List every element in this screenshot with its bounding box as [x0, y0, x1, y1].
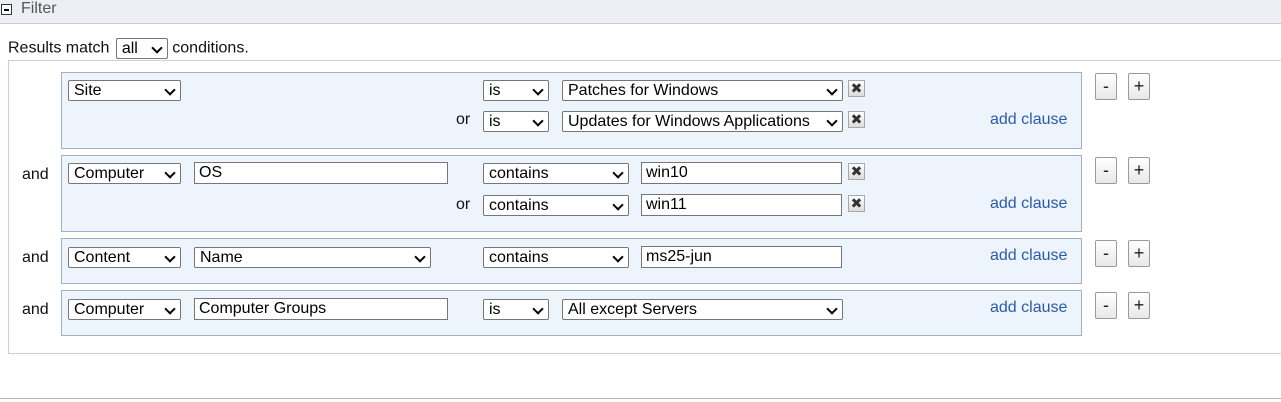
property-value: Name: [200, 249, 243, 266]
collapse-icon[interactable]: [1, 4, 12, 15]
value-input[interactable]: win11: [641, 194, 842, 216]
match-mode-select[interactable]: all: [115, 38, 168, 59]
operator-select[interactable]: is: [483, 80, 549, 101]
and-label: and: [22, 301, 49, 318]
value-input[interactable]: ms25-jun: [641, 246, 842, 268]
filter-title: Filter: [21, 0, 57, 17]
property-input[interactable]: OS: [194, 162, 448, 184]
remove-clause-icon[interactable]: ✖: [848, 80, 865, 97]
add-group-button[interactable]: +: [1128, 157, 1150, 184]
add-group-button[interactable]: +: [1128, 292, 1150, 319]
value-text: All except Servers: [568, 301, 697, 318]
remove-group-button[interactable]: -: [1095, 292, 1117, 319]
field-value: Content: [74, 249, 131, 266]
operator-select[interactable]: is: [483, 111, 549, 132]
value-text: Patches for Windows: [568, 82, 719, 99]
field-value: Computer: [74, 165, 145, 182]
and-label: and: [22, 249, 49, 266]
field-select[interactable]: Computer: [68, 163, 181, 184]
bottom-divider: [0, 398, 1281, 399]
remove-clause-icon[interactable]: ✖: [848, 163, 865, 180]
conditions-label: conditions.: [172, 39, 249, 57]
operator-select[interactable]: contains: [483, 247, 629, 268]
remove-group-button[interactable]: -: [1095, 73, 1117, 100]
field-select[interactable]: Site: [68, 80, 181, 101]
operator-value: contains: [489, 249, 549, 266]
remove-group-button[interactable]: -: [1095, 240, 1117, 267]
operator-value: contains: [489, 165, 549, 182]
operator-select[interactable]: contains: [483, 163, 629, 184]
operator-value: contains: [489, 197, 549, 214]
property-select[interactable]: Name: [194, 247, 431, 268]
operator-value: is: [489, 301, 501, 318]
or-label: or: [456, 111, 471, 128]
results-match-label: Results match: [8, 39, 110, 57]
add-group-button[interactable]: +: [1128, 73, 1150, 100]
remove-clause-icon[interactable]: ✖: [848, 195, 865, 212]
value-select[interactable]: All except Servers: [562, 299, 843, 320]
operator-select[interactable]: contains: [483, 195, 629, 216]
field-select[interactable]: Content: [68, 247, 181, 268]
field-value: Site: [74, 82, 102, 99]
and-label: and: [22, 166, 49, 183]
results-match-row: Results match all conditions.: [8, 38, 249, 59]
or-label: or: [456, 196, 471, 213]
operator-value: is: [489, 82, 501, 99]
value-select[interactable]: Patches for Windows: [562, 80, 843, 101]
field-select[interactable]: Computer: [68, 299, 181, 320]
filter-header: Filter: [0, 0, 1281, 24]
value-select[interactable]: Updates for Windows Applications: [562, 111, 843, 132]
operator-select[interactable]: is: [483, 299, 549, 320]
match-mode-value: all: [121, 40, 138, 57]
value-input[interactable]: win10: [641, 162, 842, 184]
remove-clause-icon[interactable]: ✖: [848, 111, 865, 128]
add-clause-link[interactable]: add clause: [990, 111, 1067, 129]
value-text: Updates for Windows Applications: [568, 113, 810, 130]
property-input[interactable]: Computer Groups: [194, 298, 448, 320]
add-clause-link[interactable]: add clause: [990, 247, 1067, 265]
add-group-button[interactable]: +: [1128, 240, 1150, 267]
add-clause-link[interactable]: add clause: [990, 299, 1067, 317]
remove-group-button[interactable]: -: [1095, 157, 1117, 184]
operator-value: is: [489, 113, 501, 130]
field-value: Computer: [74, 301, 145, 318]
add-clause-link[interactable]: add clause: [990, 195, 1067, 213]
